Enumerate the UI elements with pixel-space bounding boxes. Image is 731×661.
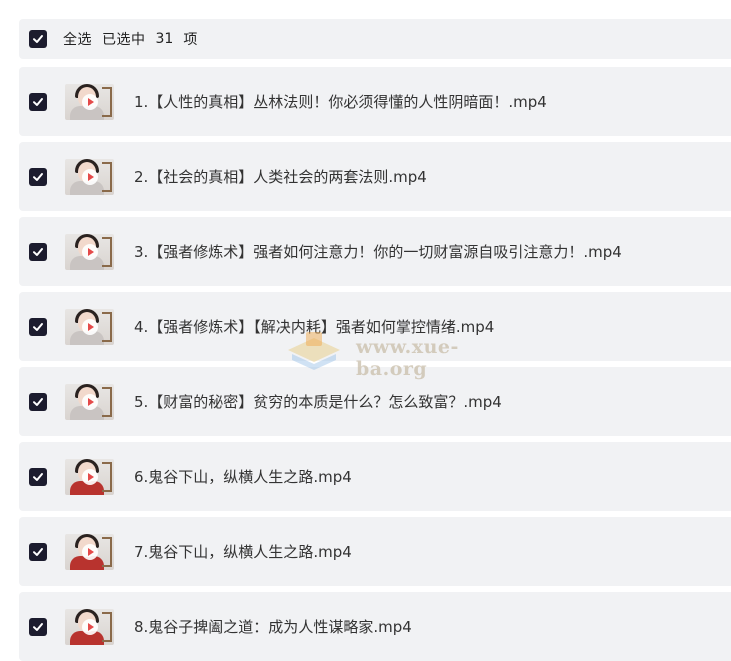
selected-prefix: 已选中 <box>102 32 146 48</box>
play-icon <box>82 468 98 485</box>
list-item[interactable]: 3.【强者修炼术】强者如何注意力！你的一切财富源自吸引注意力！.mp4 <box>19 217 731 286</box>
list-item[interactable]: 2.【社会的真相】人类社会的两套法则.mp4 <box>19 142 731 211</box>
list-item[interactable]: 8.鬼谷子捭阖之道：成为人性谋略家.mp4 <box>19 592 731 661</box>
item-checkbox[interactable] <box>29 467 47 486</box>
list-item[interactable]: 5.【财富的秘密】贫穷的本质是什么？怎么致富？.mp4 <box>19 367 731 436</box>
file-title: 6.鬼谷下山，纵横人生之路.mp4 <box>134 468 352 486</box>
play-icon <box>82 543 98 560</box>
video-thumbnail[interactable] <box>65 83 114 120</box>
file-title: 2.【社会的真相】人类社会的两套法则.mp4 <box>134 168 427 186</box>
video-thumbnail[interactable] <box>65 533 114 570</box>
item-checkbox[interactable] <box>29 617 47 636</box>
thumbnail-decoration <box>102 461 112 492</box>
list-item[interactable]: 1.【人性的真相】丛林法则！你必须得懂的人性阴暗面！.mp4 <box>19 67 731 136</box>
play-icon <box>82 243 98 260</box>
play-icon <box>82 318 98 335</box>
item-checkbox[interactable] <box>29 392 47 411</box>
file-title: 7.鬼谷下山，纵横人生之路.mp4 <box>134 543 352 561</box>
thumbnail-decoration <box>102 311 112 342</box>
check-icon <box>33 472 43 481</box>
list-item[interactable]: 6.鬼谷下山，纵横人生之路.mp4 <box>19 442 731 511</box>
file-title: 4.【强者修炼术】【解决内耗】强者如何掌控情绪.mp4 <box>134 318 495 336</box>
selected-unit: 项 <box>183 32 198 48</box>
selected-count: 31 <box>155 31 174 47</box>
thumbnail-decoration <box>102 86 112 117</box>
video-thumbnail[interactable] <box>65 383 114 420</box>
video-thumbnail[interactable] <box>65 158 114 195</box>
thumbnail-decoration <box>102 611 112 642</box>
file-title: 3.【强者修炼术】强者如何注意力！你的一切财富源自吸引注意力！.mp4 <box>134 243 622 261</box>
item-checkbox[interactable] <box>29 242 47 261</box>
select-all-label[interactable]: 全选 <box>63 29 92 49</box>
check-icon <box>33 247 43 256</box>
check-icon <box>33 172 43 181</box>
file-title: 5.【财富的秘密】贫穷的本质是什么？怎么致富？.mp4 <box>134 393 502 411</box>
check-icon <box>33 622 43 631</box>
play-icon <box>82 393 98 410</box>
video-thumbnail[interactable] <box>65 608 114 645</box>
file-title: 1.【人性的真相】丛林法则！你必须得懂的人性阴暗面！.mp4 <box>134 93 547 111</box>
thumbnail-decoration <box>102 236 112 267</box>
select-all-checkbox[interactable] <box>29 30 47 48</box>
video-thumbnail[interactable] <box>65 458 114 495</box>
item-checkbox[interactable] <box>29 167 47 186</box>
play-icon <box>82 93 98 110</box>
video-thumbnail[interactable] <box>65 233 114 270</box>
check-icon <box>33 547 43 556</box>
check-icon <box>33 35 43 43</box>
check-icon <box>33 97 43 106</box>
item-checkbox[interactable] <box>29 317 47 336</box>
file-title: 8.鬼谷子捭阖之道：成为人性谋略家.mp4 <box>134 618 412 636</box>
thumbnail-decoration <box>102 161 112 192</box>
play-icon <box>82 618 98 635</box>
list-item[interactable]: 4.【强者修炼术】【解决内耗】强者如何掌控情绪.mp4 <box>19 292 731 361</box>
item-checkbox[interactable] <box>29 542 47 561</box>
video-thumbnail[interactable] <box>65 308 114 345</box>
list-item[interactable]: 7.鬼谷下山，纵横人生之路.mp4 <box>19 517 731 586</box>
select-all-bar: 全选 已选中 31 项 <box>19 19 731 59</box>
play-icon <box>82 168 98 185</box>
check-icon <box>33 397 43 406</box>
item-checkbox[interactable] <box>29 92 47 111</box>
thumbnail-decoration <box>102 536 112 567</box>
thumbnail-decoration <box>102 386 112 417</box>
check-icon <box>33 322 43 331</box>
